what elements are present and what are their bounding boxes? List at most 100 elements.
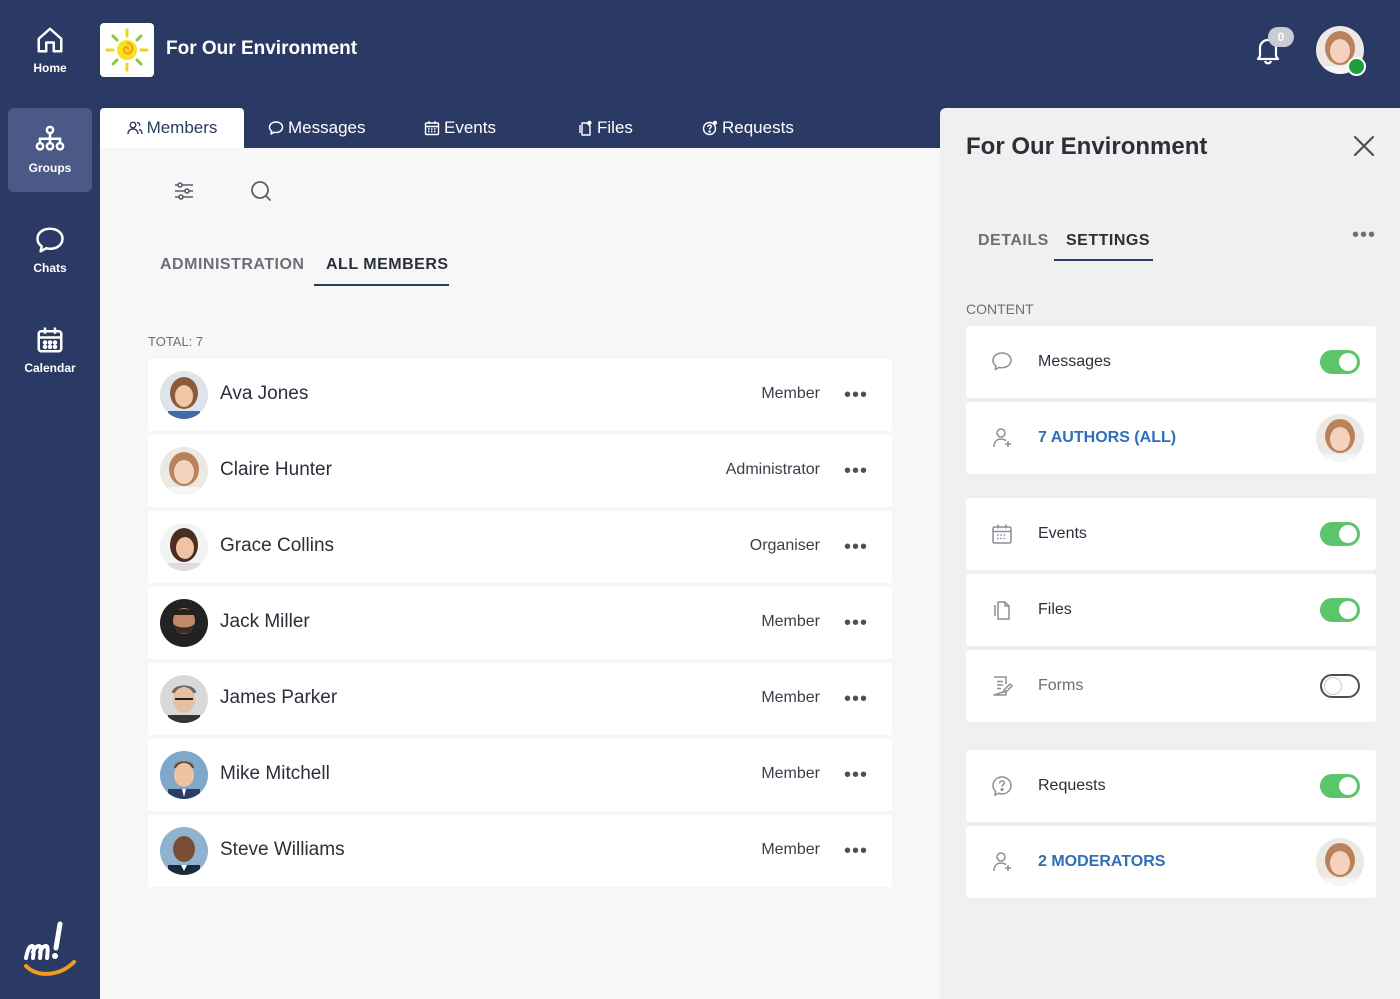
moderators-link[interactable]: 2 MODERATORS	[1038, 853, 1165, 871]
tab-settings[interactable]: SETTINGS	[1066, 232, 1150, 250]
more-options-icon[interactable]: •••	[844, 381, 868, 409]
more-options-icon[interactable]: •••	[1352, 224, 1376, 247]
author-avatar	[1316, 414, 1364, 462]
panel-title: For Our Environment	[966, 133, 1208, 160]
tab-events[interactable]: Events	[424, 108, 496, 148]
form-icon	[993, 676, 1013, 696]
subtab-underline	[314, 284, 449, 286]
more-options-icon[interactable]: •••	[844, 609, 868, 637]
member-role: Organiser	[749, 537, 820, 554]
more-options-icon[interactable]: •••	[844, 457, 868, 485]
members-panel: ADMINISTRATION ALL MEMBERS TOTAL: 7 Ava …	[100, 148, 940, 999]
more-options-icon[interactable]: •••	[844, 685, 868, 713]
members-total: TOTAL: 7	[148, 334, 204, 349]
events-icon	[424, 121, 440, 136]
rail-chats-label: Chats	[33, 261, 67, 275]
member-row[interactable]: Claire Hunter Administrator •••	[148, 435, 892, 507]
member-avatar	[160, 675, 208, 723]
more-options-icon[interactable]: •••	[844, 837, 868, 865]
file-icon	[994, 601, 1010, 620]
member-role: Member	[761, 385, 820, 402]
moderator-avatar	[1316, 838, 1364, 886]
brand-logo	[24, 921, 76, 976]
member-avatar	[160, 827, 208, 875]
setting-authors: 7 AUTHORS (ALL)	[966, 402, 1376, 474]
group-details-panel: For Our Environment DETAILS SETTINGS •••…	[940, 108, 1400, 999]
tab-requests-label: Requests	[722, 118, 794, 137]
member-avatar	[160, 751, 208, 799]
member-role: Administrator	[725, 461, 820, 478]
member-row[interactable]: Steve Williams Member •••	[148, 815, 892, 887]
tab-messages-label: Messages	[288, 118, 366, 137]
close-icon[interactable]	[1350, 132, 1378, 160]
help-icon	[992, 776, 1012, 797]
member-role: Member	[761, 689, 820, 706]
more-options-icon[interactable]: •••	[844, 761, 868, 789]
files-toggle[interactable]	[1320, 598, 1360, 622]
member-name: Mike Mitchell	[220, 763, 330, 784]
member-name: Grace Collins	[220, 535, 335, 556]
member-row[interactable]: Grace Collins Organiser •••	[148, 511, 892, 583]
message-icon	[268, 121, 284, 135]
left-rail: Home Groups Chats Calendar	[0, 0, 100, 999]
setting-forms: Forms	[966, 650, 1376, 722]
calendar-icon	[992, 524, 1012, 544]
tab-files[interactable]: Files	[577, 108, 633, 148]
search-icon[interactable]	[248, 178, 274, 204]
group-logo	[100, 23, 154, 77]
members-icon	[126, 121, 143, 135]
filter-icon[interactable]	[171, 178, 197, 204]
authors-link[interactable]: 7 AUTHORS (ALL)	[1038, 429, 1176, 447]
more-options-icon[interactable]: •••	[844, 533, 868, 561]
rail-groups-label: Groups	[28, 161, 72, 175]
subtab-administration[interactable]: ADMINISTRATION	[160, 256, 304, 274]
group-tabs: Members Messages Events Files Requests	[100, 108, 940, 148]
rail-home[interactable]: Home	[8, 0, 92, 100]
groups-icon	[35, 125, 65, 151]
member-avatar	[160, 599, 208, 647]
tab-details[interactable]: DETAILS	[978, 232, 1049, 250]
subtab-all-members[interactable]: ALL MEMBERS	[326, 256, 449, 274]
tab-files-label: Files	[597, 118, 633, 137]
rail-groups[interactable]: Groups	[8, 108, 92, 192]
member-avatar	[160, 523, 208, 571]
member-name: James Parker	[220, 687, 338, 708]
requests-toggle[interactable]	[1320, 774, 1360, 798]
requests-icon	[702, 120, 717, 136]
rail-chats[interactable]: Chats	[8, 208, 92, 292]
setting-label: Messages	[1038, 353, 1111, 370]
setting-label: Files	[1038, 601, 1072, 618]
forms-toggle[interactable]	[1320, 674, 1360, 698]
member-row[interactable]: James Parker Member •••	[148, 663, 892, 735]
settings-tab-underline	[1054, 259, 1153, 261]
member-row[interactable]: Jack Miller Member •••	[148, 587, 892, 659]
tab-messages[interactable]: Messages	[268, 108, 365, 148]
setting-events: Events	[966, 498, 1376, 570]
section-label: CONTENT	[966, 301, 1034, 317]
setting-label: Forms	[1038, 677, 1084, 694]
rail-home-label: Home	[33, 61, 67, 75]
tab-requests[interactable]: Requests	[702, 108, 794, 148]
person-add-icon	[993, 428, 1011, 448]
member-name: Ava Jones	[220, 383, 309, 404]
member-row[interactable]: Ava Jones Member •••	[148, 359, 892, 431]
sun-icon	[105, 28, 149, 72]
tab-members[interactable]: Members	[100, 108, 244, 148]
setting-requests: Requests	[966, 750, 1376, 822]
member-avatar	[160, 447, 208, 495]
messages-toggle[interactable]	[1320, 350, 1360, 374]
rail-calendar[interactable]: Calendar	[8, 308, 92, 392]
member-row[interactable]: Mike Mitchell Member •••	[148, 739, 892, 811]
member-avatar	[160, 371, 208, 419]
online-status-icon	[1347, 57, 1366, 76]
member-role: Member	[761, 841, 820, 858]
setting-label: Events	[1038, 525, 1087, 542]
tab-events-label: Events	[444, 118, 496, 137]
member-name: Steve Williams	[220, 839, 345, 860]
events-toggle[interactable]	[1320, 522, 1360, 546]
rail-calendar-label: Calendar	[24, 361, 76, 375]
person-add-icon	[993, 852, 1011, 872]
files-icon	[579, 120, 592, 136]
setting-messages: Messages	[966, 326, 1376, 398]
home-icon	[37, 27, 63, 53]
